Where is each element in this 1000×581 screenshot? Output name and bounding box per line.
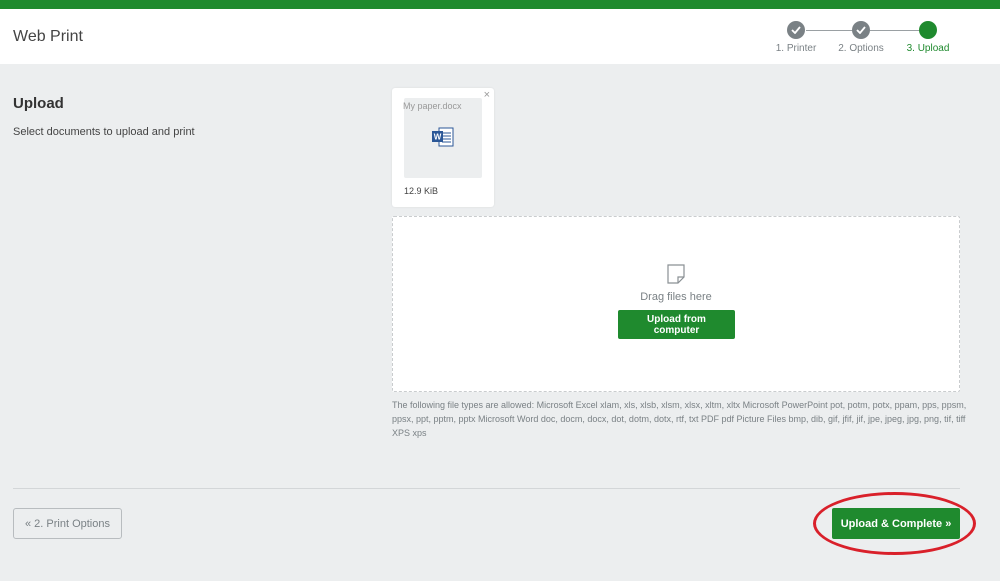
back-to-print-options-button[interactable]: « 2. Print Options: [13, 508, 122, 539]
step-label: 2. Options: [838, 43, 884, 54]
upload-complete-button[interactable]: Upload & Complete »: [832, 508, 960, 539]
svg-text:W: W: [434, 133, 442, 142]
header: Web Print 1. Printer 2. Options 3. Uploa…: [0, 9, 1000, 64]
divider: [13, 488, 960, 489]
step-printer[interactable]: 1. Printer: [766, 20, 826, 54]
allowed-file-types: The following file types are allowed: Mi…: [392, 400, 967, 438]
progress-steps: 1. Printer 2. Options 3. Upload: [770, 20, 970, 60]
step-options[interactable]: 2. Options: [831, 20, 891, 54]
step-label: 1. Printer: [775, 43, 817, 54]
app-title: Web Print: [13, 28, 83, 45]
file-name: My paper.docx: [403, 101, 462, 111]
word-document-icon: W: [432, 127, 454, 152]
upload-from-computer-button[interactable]: Upload from computer: [618, 310, 735, 339]
drop-instructions: Drag files here: [640, 291, 712, 303]
top-accent-bar: [0, 0, 1000, 9]
file-size: 12.9 KiB: [404, 186, 439, 196]
active-step-dot: [919, 21, 937, 39]
file-card: W My paper.docx × 12.9 KiB: [392, 88, 494, 207]
section-description: Select documents to upload and print: [13, 126, 195, 138]
check-icon: [787, 21, 805, 39]
document-icon: [666, 264, 686, 289]
drop-zone[interactable]: Drag files here Upload from computer: [392, 216, 960, 392]
step-label: 3. Upload: [906, 43, 950, 54]
section-title: Upload: [13, 95, 64, 112]
step-upload: 3. Upload: [898, 20, 958, 54]
check-icon: [852, 21, 870, 39]
remove-file-button[interactable]: ×: [484, 89, 490, 101]
